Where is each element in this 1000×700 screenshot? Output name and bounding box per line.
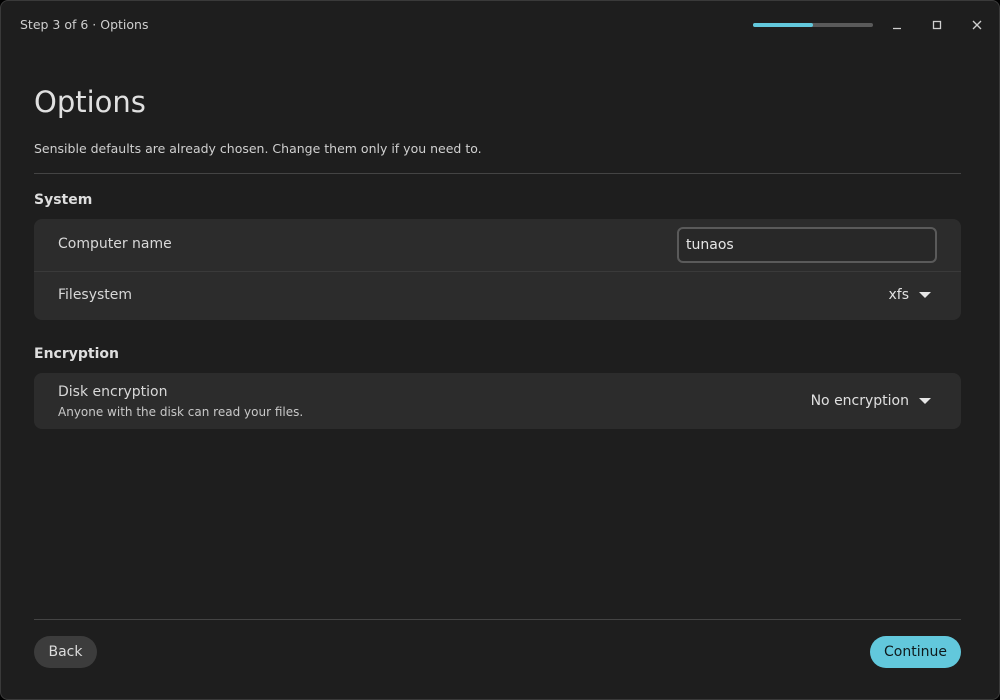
filesystem-value: xfs	[888, 287, 909, 303]
system-card: Computer name Filesystem xfs	[34, 219, 961, 320]
footer-divider	[34, 619, 961, 620]
titlebar: Step 3 of 6 · Options	[1, 1, 999, 47]
page-subtitle: Sensible defaults are already chosen. Ch…	[34, 141, 482, 156]
back-button[interactable]: Back	[34, 636, 97, 668]
minimize-icon	[893, 27, 901, 30]
close-button[interactable]	[966, 14, 988, 36]
disk-encryption-label: Disk encryption	[58, 384, 168, 400]
computer-name-input[interactable]	[677, 227, 937, 263]
disk-encryption-dropdown[interactable]: No encryption	[811, 393, 931, 409]
step-progress-fill	[753, 23, 813, 27]
disk-encryption-value: No encryption	[810, 393, 909, 409]
section-title-system: System	[34, 192, 93, 208]
computer-name-label: Computer name	[58, 236, 172, 252]
minimize-button[interactable]	[886, 14, 908, 36]
maximize-button[interactable]	[926, 14, 948, 36]
close-icon	[972, 20, 982, 30]
disk-encryption-description: Anyone with the disk can read your files…	[58, 405, 304, 419]
caret-down-icon	[919, 398, 931, 404]
step-progress-bar	[753, 23, 873, 27]
installer-window: Step 3 of 6 · Options Options Sensible d…	[0, 0, 1000, 700]
maximize-icon	[932, 20, 942, 30]
encryption-card: Disk encryption Anyone with the disk can…	[34, 373, 961, 429]
computer-name-row: Computer name	[34, 219, 961, 271]
continue-button[interactable]: Continue	[870, 636, 961, 668]
caret-down-icon	[919, 292, 931, 298]
window-title: Step 3 of 6 · Options	[20, 17, 149, 32]
page-title: Options	[34, 85, 146, 119]
filesystem-label: Filesystem	[58, 287, 133, 303]
filesystem-row: Filesystem xfs	[34, 272, 961, 320]
header-divider	[34, 173, 961, 174]
disk-encryption-row: Disk encryption Anyone with the disk can…	[34, 373, 961, 429]
filesystem-dropdown[interactable]: xfs	[888, 287, 931, 303]
section-title-encryption: Encryption	[34, 346, 119, 362]
